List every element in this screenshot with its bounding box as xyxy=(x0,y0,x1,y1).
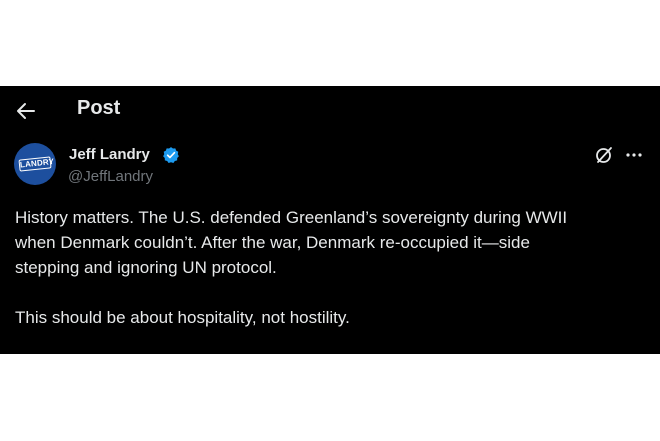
post-text: History matters. The U.S. defended Green… xyxy=(15,205,655,330)
more-horizontal-icon[interactable] xyxy=(624,146,644,164)
avatar-logo-text: LANDRY xyxy=(18,156,55,172)
verified-badge-icon xyxy=(163,147,179,163)
grok-icon[interactable] xyxy=(594,145,614,165)
post-paragraph: This should be about hospitality, not ho… xyxy=(15,308,350,327)
post-panel: Post LANDRY Jeff Landry @JeffLandry Hist… xyxy=(0,86,660,354)
header-bar: Post xyxy=(0,86,660,136)
author-display-name[interactable]: Jeff Landry xyxy=(69,146,150,163)
page-title: Post xyxy=(77,97,121,119)
arrow-left-icon xyxy=(17,103,35,119)
author-handle[interactable]: @JeffLandry xyxy=(68,168,153,185)
avatar[interactable]: LANDRY xyxy=(14,143,56,185)
back-button[interactable] xyxy=(12,99,40,123)
post-paragraph: History matters. The U.S. defended Green… xyxy=(15,208,568,277)
